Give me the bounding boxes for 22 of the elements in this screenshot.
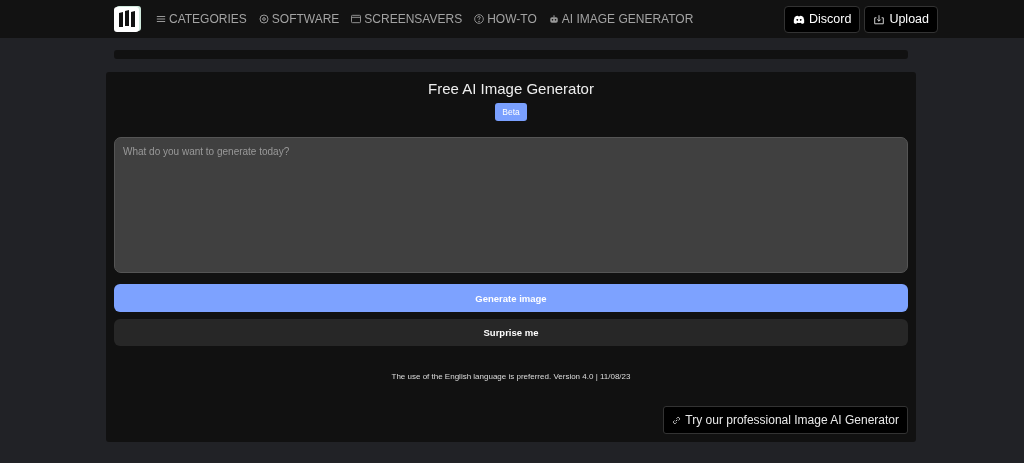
beta-badge: Beta <box>495 103 527 121</box>
nav-link[interactable]: SCREENSAVERS <box>351 12 463 26</box>
link-icon <box>672 415 682 425</box>
help-icon <box>474 14 485 24</box>
nav-link[interactable]: SOFTWARE <box>258 12 340 26</box>
pro-generator-link[interactable]: Try our professional Image AI Generator <box>663 406 908 434</box>
prompt-field[interactable]: What do you want to generate today? <box>114 137 908 273</box>
discord-button[interactable]: Discord <box>784 5 861 33</box>
gamepad-icon <box>793 13 805 25</box>
surprise-button[interactable]: Surprise me <box>114 319 908 346</box>
robot-icon <box>548 14 559 24</box>
nav-link[interactable]: CATEGORIES <box>156 12 247 26</box>
upload-icon <box>873 13 886 25</box>
nav-link[interactable]: HOW-TO <box>474 12 537 26</box>
disc-icon <box>258 14 269 24</box>
window-icon <box>351 14 362 24</box>
upload-button[interactable]: Upload <box>864 5 938 33</box>
nav-link[interactable]: AI IMAGE GENERATOR <box>548 12 694 26</box>
version-note: The use of the English language is preferred. Version 4.0 | 11/08/23 <box>391 372 631 381</box>
page-title: Free AI Image Generator <box>428 80 594 97</box>
logo-icon[interactable] <box>114 5 142 33</box>
menu-icon <box>156 14 166 24</box>
